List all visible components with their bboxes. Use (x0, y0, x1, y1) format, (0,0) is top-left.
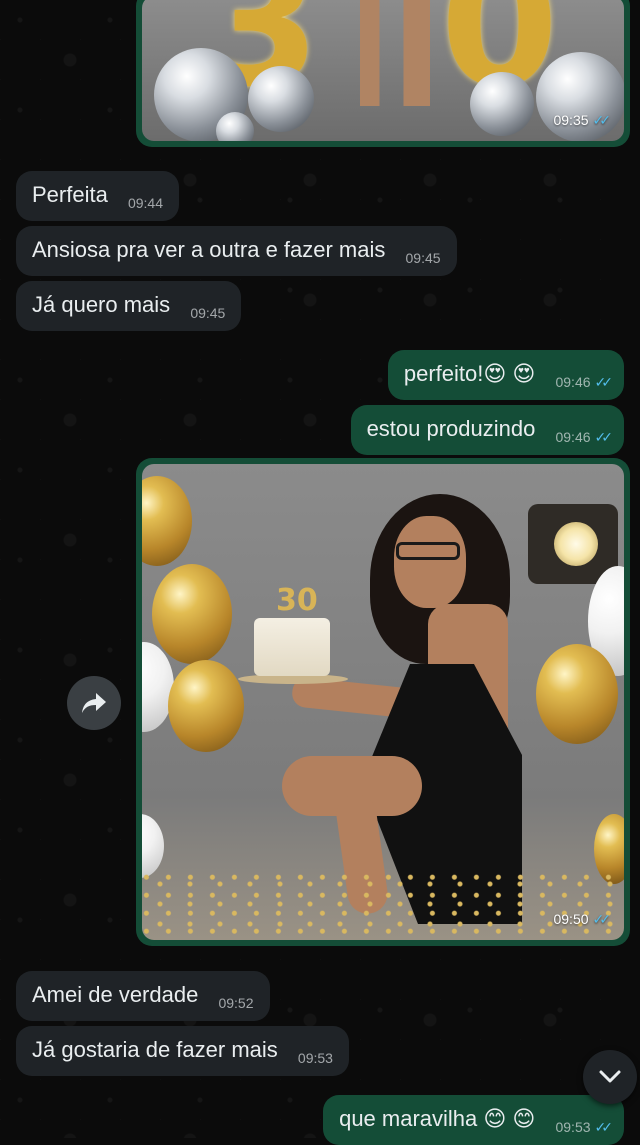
gold-balloon (142, 476, 192, 566)
woman-face (394, 516, 466, 608)
party-photo-30: 30 09:35✓✓ (142, 0, 624, 141)
message-incoming[interactable]: Perfeita 09:44 (16, 171, 179, 221)
message-incoming[interactable]: Amei de verdade 09:52 (16, 971, 270, 1021)
message-text: Ansiosa pra ver a outra e fazer mais (32, 237, 386, 262)
gold-balloon (536, 644, 618, 744)
message-outgoing[interactable]: perfeito!😍 😍 09:46 ✓✓ (387, 350, 624, 400)
message-time: 09:46 ✓✓ (555, 374, 614, 390)
message-text: Já quero mais (32, 292, 171, 317)
chevron-down-icon (599, 1070, 621, 1083)
disco-ball (248, 66, 314, 132)
image-message-birthday[interactable]: 30 09:50 ✓✓ (136, 458, 630, 946)
message-time: 09:45 (405, 250, 441, 266)
message-text: perfeito!😍 😍 (403, 361, 536, 386)
scroll-to-bottom-button[interactable] (583, 1050, 637, 1104)
message-text: Perfeita (32, 182, 108, 207)
cake-topper: 30 (276, 583, 318, 618)
disco-ball (470, 72, 534, 136)
birthday-photo: 30 09:50 ✓✓ (142, 464, 624, 940)
message-incoming[interactable]: Já quero mais 09:45 (16, 281, 242, 331)
message-incoming[interactable]: Ansiosa pra ver a outra e fazer mais 09:… (16, 226, 457, 276)
image-timestamp: 09:50 ✓✓ (553, 911, 612, 927)
read-receipt-icon: ✓✓ (594, 374, 614, 390)
message-time: 09:53 ✓✓ (555, 1119, 614, 1135)
birthday-cake (254, 618, 330, 676)
message-time: 09:52 (218, 995, 254, 1011)
confetti-floor (142, 870, 624, 940)
read-receipt-icon: ✓✓ (592, 112, 612, 128)
message-time: 09:44 (127, 195, 163, 211)
white-balloon (142, 814, 164, 878)
image-timestamp: 09:35 ✓✓ (553, 112, 612, 128)
message-text: que maravilha 😊 😊 (339, 1106, 536, 1131)
read-receipt-icon: ✓✓ (594, 429, 614, 445)
message-text: Amei de verdade (32, 982, 199, 1007)
read-receipt-icon: ✓✓ (592, 911, 612, 927)
gold-balloon (168, 660, 244, 752)
message-text: Já gostaria de fazer mais (32, 1037, 278, 1062)
message-incoming[interactable]: Já gostaria de fazer mais 09:53 (16, 1026, 349, 1076)
glasses (396, 542, 460, 560)
image-message-balloons[interactable]: 30 09:35✓✓ (136, 0, 630, 147)
forward-button[interactable] (67, 676, 121, 730)
message-outgoing[interactable]: estou produzindo 09:46 ✓✓ (350, 405, 624, 455)
message-time: 09:46 ✓✓ (555, 429, 614, 445)
forward-icon (82, 693, 106, 713)
message-time: 09:45 (190, 305, 226, 321)
gold-balloon (152, 564, 232, 664)
legs (360, 0, 430, 106)
read-receipt-icon: ✓✓ (594, 1119, 614, 1135)
message-text: estou produzindo (366, 416, 536, 441)
message-time: 09:53 (297, 1050, 333, 1066)
